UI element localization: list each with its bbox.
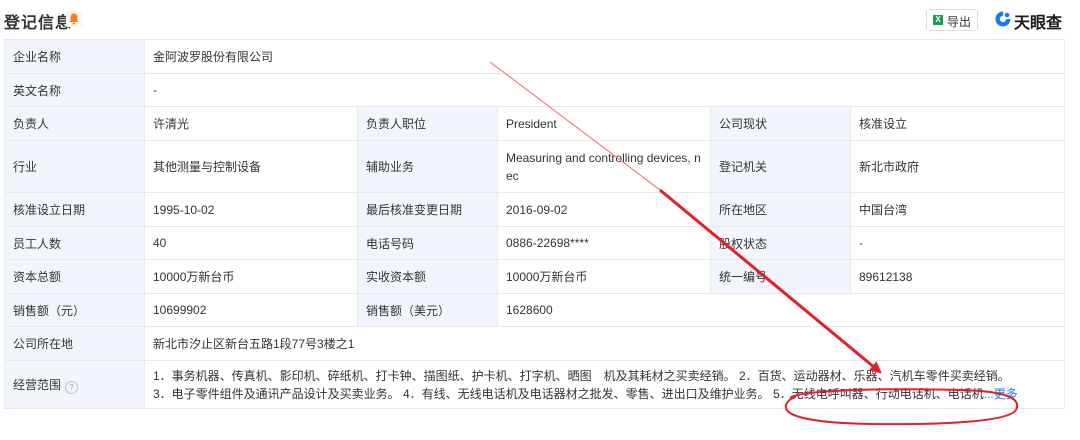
help-circle-icon[interactable]: ? <box>65 380 79 394</box>
section-header: 登记信息 X 导出 天眼查 <box>0 0 1080 38</box>
field-key: 企业名称 <box>4 39 145 74</box>
field-value-multiline: Measuring and controlling devices, n ec <box>497 140 711 193</box>
field-value: 0886-22698**** <box>497 226 711 260</box>
field-value: - <box>849 226 1066 260</box>
bell-icon[interactable] <box>66 11 82 27</box>
field-key: 负责人职位 <box>357 106 498 141</box>
field-value: 40 <box>144 226 358 260</box>
more-link[interactable]: 更多 <box>994 387 1018 401</box>
scope-line: 3．电子零件组件及通讯产品设计及买卖业务。 4．有线、无线电话机及电话器材之批发… <box>153 386 984 401</box>
table-row: 经营范围? 1．事务机器、传真机、影印机、碎纸机、打卡钟、描图纸、护卡机、打字机… <box>4 360 1066 409</box>
field-key: 最后核准变更日期 <box>357 192 498 227</box>
field-value: 89612138 <box>849 259 1066 294</box>
table-row: 企业名称 金阿波罗股份有限公司 <box>4 39 1066 74</box>
field-key: 所在地区 <box>710 192 851 227</box>
field-value: 中国台湾 <box>849 192 1066 227</box>
section-title: 登记信息 <box>4 15 73 32</box>
table-row: 负责人 许清光 负责人职位 President 公司现状 核准设立 <box>4 106 1066 141</box>
tianyancha-logo-icon <box>995 11 1011 27</box>
field-key: 统一编号 <box>710 259 851 294</box>
field-key: 股权状态 <box>710 226 851 260</box>
field-value: 核准设立 <box>849 106 1066 141</box>
table-row: 行业 其他测量与控制设备 辅助业务 Measuring and controll… <box>4 140 1066 193</box>
table-row: 员工人数 40 电话号码 0886-22698**** 股权状态 - <box>4 226 1066 260</box>
field-value: 1995-10-02 <box>144 192 358 227</box>
field-key: 行业 <box>4 140 145 193</box>
business-scope-value: 1．事务机器、传真机、影印机、碎纸机、打卡钟、描图纸、护卡机、打字机、晒图 机及… <box>143 360 1066 409</box>
export-label: 导出 <box>947 15 972 29</box>
field-key: 资本总额 <box>4 259 145 294</box>
field-value: President <box>497 106 711 141</box>
field-value-line: Measuring and controlling devices, n <box>506 150 701 165</box>
field-value: 10000万新台币 <box>144 259 358 294</box>
field-value-line: ec <box>506 168 519 183</box>
field-key: 实收资本额 <box>357 259 498 294</box>
table-row: 公司所在地 新北市汐止区新台五路1段77号3楼之1 <box>4 326 1066 361</box>
field-value: 1628600 <box>496 293 1066 327</box>
table-row: 资本总额 10000万新台币 实收资本额 10000万新台币 统一编号 8961… <box>4 259 1066 294</box>
field-key: 核准设立日期 <box>4 192 145 227</box>
field-key: 公司所在地 <box>4 326 145 361</box>
field-value: 新北市政府 <box>849 140 1066 193</box>
scope-line-wrap: 3．电子零件组件及通讯产品设计及买卖业务。 4．有线、无线电话机及电话器材之批发… <box>153 385 1056 403</box>
field-key: 登记机关 <box>710 140 851 193</box>
field-key: 销售额（美元） <box>357 293 498 327</box>
export-button[interactable]: X 导出 <box>926 9 978 31</box>
field-key: 辅助业务 <box>357 140 498 193</box>
field-key: 员工人数 <box>4 226 145 260</box>
field-key: 经营范围? <box>4 360 145 409</box>
field-key: 英文名称 <box>4 73 145 107</box>
field-key: 负责人 <box>4 106 145 141</box>
field-value: 10699902 <box>144 293 358 327</box>
table-row: 英文名称 - <box>4 73 1066 107</box>
field-key: 销售额（元） <box>4 293 145 327</box>
field-value: - <box>143 73 1066 107</box>
registration-table: 企业名称 金阿波罗股份有限公司 英文名称 - 负责人 许清光 负责人职位 Pre… <box>4 39 1066 409</box>
field-key: 公司现状 <box>710 106 851 141</box>
field-value: 其他测量与控制设备 <box>144 140 358 193</box>
scope-line: 1．事务机器、传真机、影印机、碎纸机、打卡钟、描图纸、护卡机、打字机、晒图 机及… <box>153 368 1010 383</box>
field-value: 金阿波罗股份有限公司 <box>143 39 1066 74</box>
scope-label: 经营范围 <box>13 377 62 392</box>
field-value: 许清光 <box>144 106 358 141</box>
brand-name: 天眼查 <box>1014 15 1063 32</box>
ellipsis: ... <box>983 386 994 401</box>
excel-icon: X <box>933 15 943 25</box>
field-value: 新北市汐止区新台五路1段77号3楼之1 <box>143 326 1066 361</box>
field-value: 2016-09-02 <box>497 192 711 227</box>
table-row: 销售额（元） 10699902 销售额（美元） 1628600 <box>4 293 1066 327</box>
field-key: 电话号码 <box>357 226 498 260</box>
field-value: 10000万新台币 <box>497 259 711 294</box>
table-row: 核准设立日期 1995-10-02 最后核准变更日期 2016-09-02 所在… <box>4 192 1066 227</box>
